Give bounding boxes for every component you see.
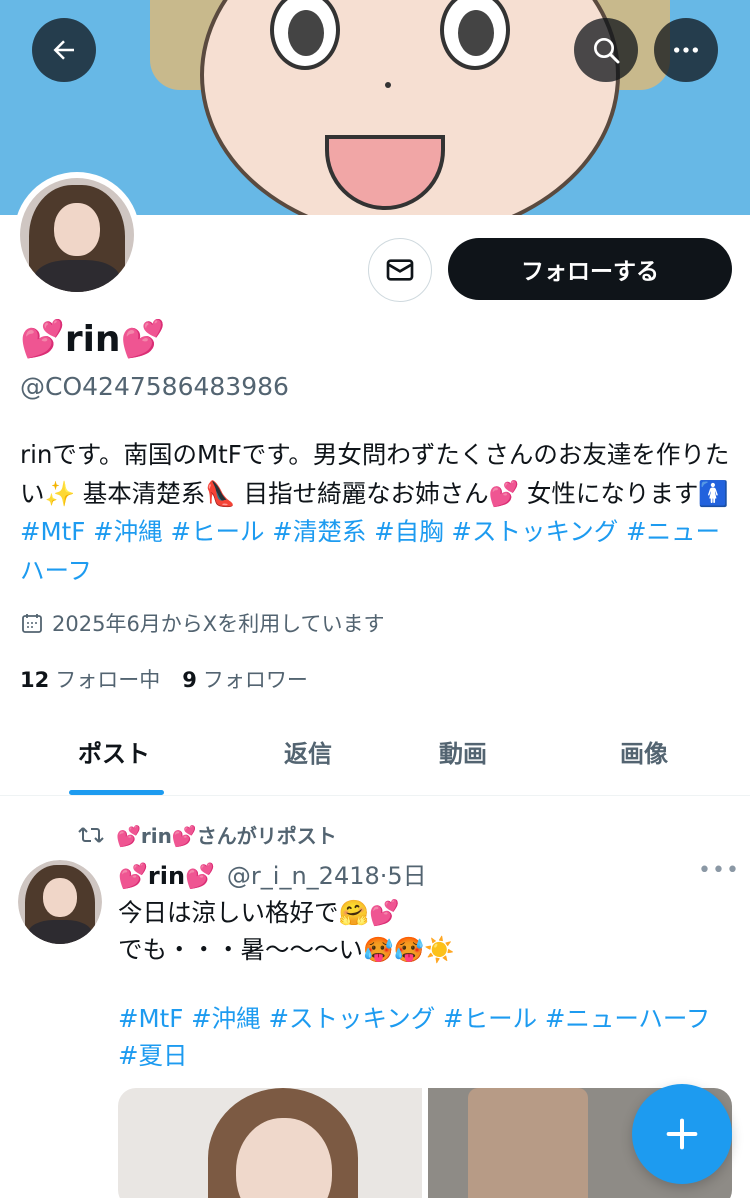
tab-media[interactable]: 画像 — [620, 734, 668, 769]
avatar-image — [20, 178, 134, 292]
post-author-name[interactable]: 💕rin💕 — [118, 862, 215, 890]
join-date-text: 2025年6月からXを利用しています — [52, 612, 385, 636]
bio-text: rinです。南国のMtFです。男女問わずたくさんのお友達を作りたい✨ 基本清楚系… — [20, 440, 730, 508]
search-button[interactable] — [574, 18, 638, 82]
post-image[interactable] — [118, 1088, 422, 1198]
active-tab-indicator — [69, 790, 164, 795]
envelope-icon — [386, 259, 414, 281]
arrow-left-icon — [53, 40, 74, 60]
follow-button[interactable]: フォローする — [448, 238, 732, 300]
bio-hashtags[interactable]: #MtF #沖縄 #ヒール #清楚系 #自胸 #ストッキング #ニューハーフ — [20, 517, 720, 585]
compose-button[interactable] — [632, 1084, 732, 1184]
more-options-button[interactable] — [654, 18, 718, 82]
following-link[interactable]: 12 フォロー中 — [20, 664, 160, 694]
post-author-handle[interactable]: @r_i_n_2418 — [227, 862, 380, 890]
profile-tabs: ポスト 返信 動画 画像 — [0, 712, 750, 796]
back-button[interactable] — [32, 18, 96, 82]
message-button[interactable] — [368, 238, 432, 302]
profile-handle: @CO4247586483986 — [20, 372, 289, 401]
search-icon — [594, 38, 620, 64]
tab-videos[interactable]: 動画 — [439, 734, 487, 769]
post-text: 今日は涼しい格好で🤗💕 でも・・・暑〜〜〜い🥵🥵☀️ — [118, 898, 455, 964]
profile-bio: rinです。南国のMtFです。男女問わずたくさんのお友達を作りたい✨ 基本清楚系… — [20, 436, 732, 590]
profile-name: 💕rin💕 — [20, 319, 166, 360]
calendar-icon — [22, 614, 42, 633]
repost-icon — [78, 826, 104, 843]
repost-indicator: 💕rin💕さんがリポスト — [78, 820, 337, 849]
post-time[interactable]: 5日 — [387, 862, 426, 890]
post-avatar[interactable] — [18, 860, 102, 944]
tab-replies[interactable]: 返信 — [284, 734, 332, 769]
plus-icon — [666, 1118, 698, 1150]
post-header: 💕rin💕 @r_i_n_2418·5日 — [118, 862, 427, 890]
join-date: 2025年6月からXを利用しています — [20, 608, 385, 638]
follow-stats: 12 フォロー中 9 フォロワー — [20, 664, 308, 694]
more-horizontal-icon — [674, 47, 698, 53]
post-more-button[interactable]: ••• — [698, 858, 740, 883]
profile-avatar[interactable] — [14, 172, 140, 298]
followers-link[interactable]: 9 フォロワー — [182, 664, 308, 694]
post-hashtags[interactable]: #MtF #沖縄 #ストッキング #ヒール #ニューハーフ #夏日 — [118, 1000, 718, 1074]
repost-label: 💕rin💕さんがリポスト — [116, 824, 337, 848]
tab-posts[interactable]: ポスト — [78, 734, 150, 769]
